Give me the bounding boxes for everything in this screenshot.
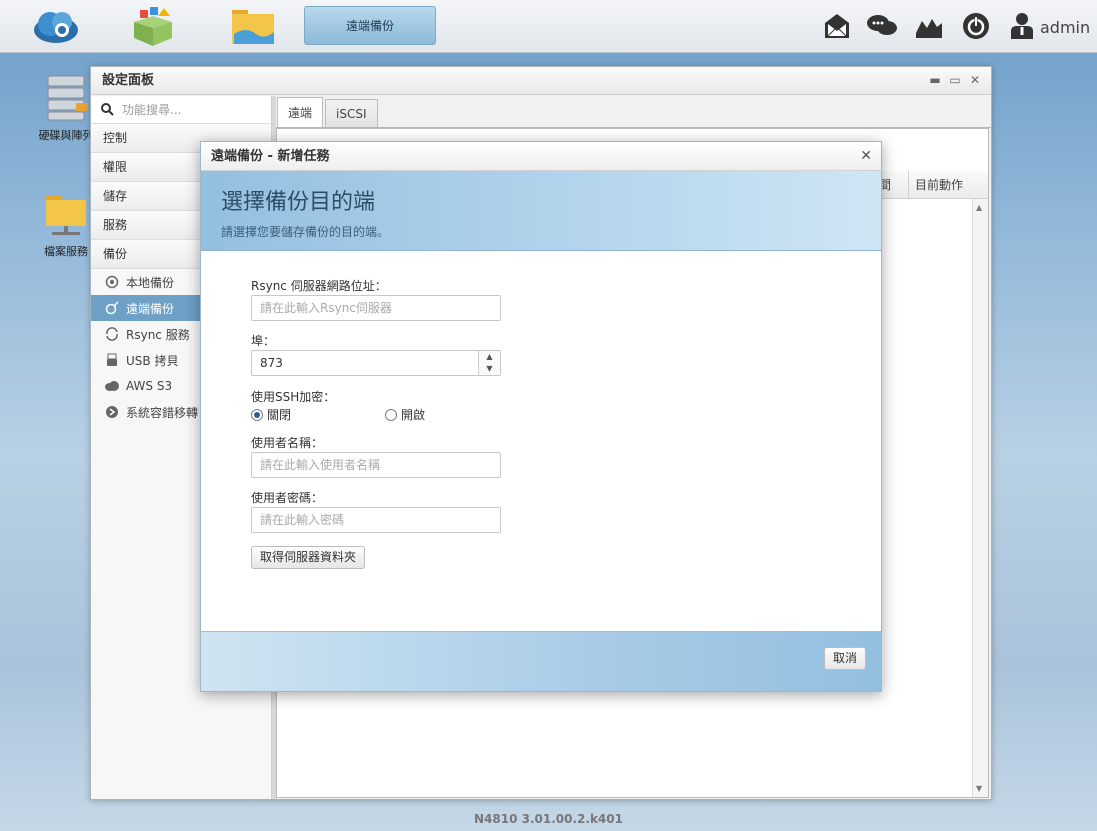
top-taskbar: 遠端備份 admin (0, 0, 1097, 53)
chat-icon[interactable] (866, 10, 898, 42)
search-box[interactable]: 功能搜尋... (91, 96, 271, 124)
port-label: 埠： (251, 334, 276, 348)
new-task-dialog: 遠端備份 - 新增任務 ✕ 選擇備份目的端 請選擇您要儲存備份的目的端。 Rsy… (200, 141, 882, 692)
sidebar-item-label: 本地備份 (126, 275, 175, 290)
app-center-icon[interactable] (128, 4, 178, 48)
dialog-footer: 取消 (201, 631, 881, 691)
maximize-icon[interactable]: ▭ (949, 73, 961, 87)
sidebar-item-label: AWS S3 (126, 379, 173, 393)
radio-unselected-icon (385, 408, 397, 421)
dialog-subheading: 請選擇您要儲存備份的目的端。 (221, 225, 390, 239)
usb-icon (104, 352, 120, 368)
ssh-off-radio[interactable]: 關閉 (251, 406, 291, 423)
scroll-up-icon[interactable]: ▲ (976, 203, 982, 212)
username-input[interactable] (251, 452, 501, 478)
spin-down-icon[interactable]: ▼ (479, 363, 500, 375)
search-input[interactable]: 功能搜尋... (122, 101, 181, 118)
port-input[interactable] (251, 350, 501, 376)
mail-icon[interactable] (822, 10, 852, 42)
sidebar-item-label: 遠端備份 (126, 301, 175, 316)
cloud-home-icon[interactable] (30, 4, 80, 48)
ssh-on-label: 開啟 (401, 408, 426, 422)
sidebar-item-label: 系統容錯移轉 (126, 405, 199, 420)
sidebar-item-label: Rsync 服務 (126, 327, 190, 342)
power-icon[interactable] (961, 10, 991, 42)
remote-backup-icon (104, 300, 120, 316)
get-server-folders-button[interactable]: 取得伺服器資料夾 (251, 546, 366, 569)
grid-scrollbar[interactable]: ▲ ▼ (972, 199, 988, 797)
firmware-version: N4810 3.01.00.2.k401 (474, 812, 623, 826)
file-center-icon[interactable] (228, 4, 278, 48)
tab-remote[interactable]: 遠端 (277, 97, 324, 127)
cloud-icon (104, 378, 120, 394)
ssh-off-label: 關閉 (267, 408, 292, 422)
rsync-icon (104, 326, 120, 342)
ssh-label: 使用SSH加密： (251, 390, 336, 404)
settings-title: 設定面板 (91, 67, 991, 95)
destination-form: Rsync 伺服器網路位址： 埠： ▲ ▼ 使用SSH加密： 關閉 開啟 使用者… (251, 278, 501, 569)
username-label: 使用者名稱： (251, 436, 324, 450)
password-label: 使用者密碼： (251, 491, 324, 505)
close-icon[interactable]: ✕ (969, 73, 981, 87)
ssh-radio-group: 關閉 開啟 (251, 406, 501, 424)
failover-icon (104, 404, 120, 420)
ssh-on-radio[interactable]: 開啟 (385, 406, 425, 423)
password-input[interactable] (251, 507, 501, 533)
dialog-title: 遠端備份 - 新增任務 (201, 142, 881, 171)
folder-network-icon (46, 196, 86, 235)
spin-up-icon[interactable]: ▲ (479, 351, 500, 363)
radio-selected-icon (251, 408, 263, 421)
tab-iscsi[interactable]: iSCSI (325, 99, 378, 127)
content-tabs: 遠端 iSCSI (276, 96, 992, 128)
port-stepper[interactable]: ▲ ▼ (251, 350, 501, 376)
close-icon[interactable]: ✕ (860, 148, 872, 164)
dialog-banner: 選擇備份目的端 請選擇您要儲存備份的目的端。 (201, 171, 881, 251)
search-icon (101, 103, 114, 116)
local-backup-icon (104, 274, 120, 290)
monitor-icon[interactable] (914, 10, 944, 42)
storage-icon (47, 75, 88, 121)
cancel-button[interactable]: 取消 (823, 647, 866, 670)
minimize-icon[interactable]: ▬ (929, 73, 941, 87)
server-input[interactable] (251, 295, 501, 321)
server-label: Rsync 伺服器網路位址： (251, 279, 387, 293)
grid-col-current-action[interactable]: 目前動作 (908, 171, 970, 199)
sidebar-item-label: USB 拷貝 (126, 353, 179, 368)
scroll-down-icon[interactable]: ▼ (976, 784, 982, 793)
task-remote-backup[interactable]: 遠端備份 (304, 6, 436, 45)
user-icon[interactable] (1008, 10, 1036, 42)
user-name[interactable]: admin (1040, 18, 1090, 37)
dialog-heading: 選擇備份目的端 (221, 190, 376, 215)
